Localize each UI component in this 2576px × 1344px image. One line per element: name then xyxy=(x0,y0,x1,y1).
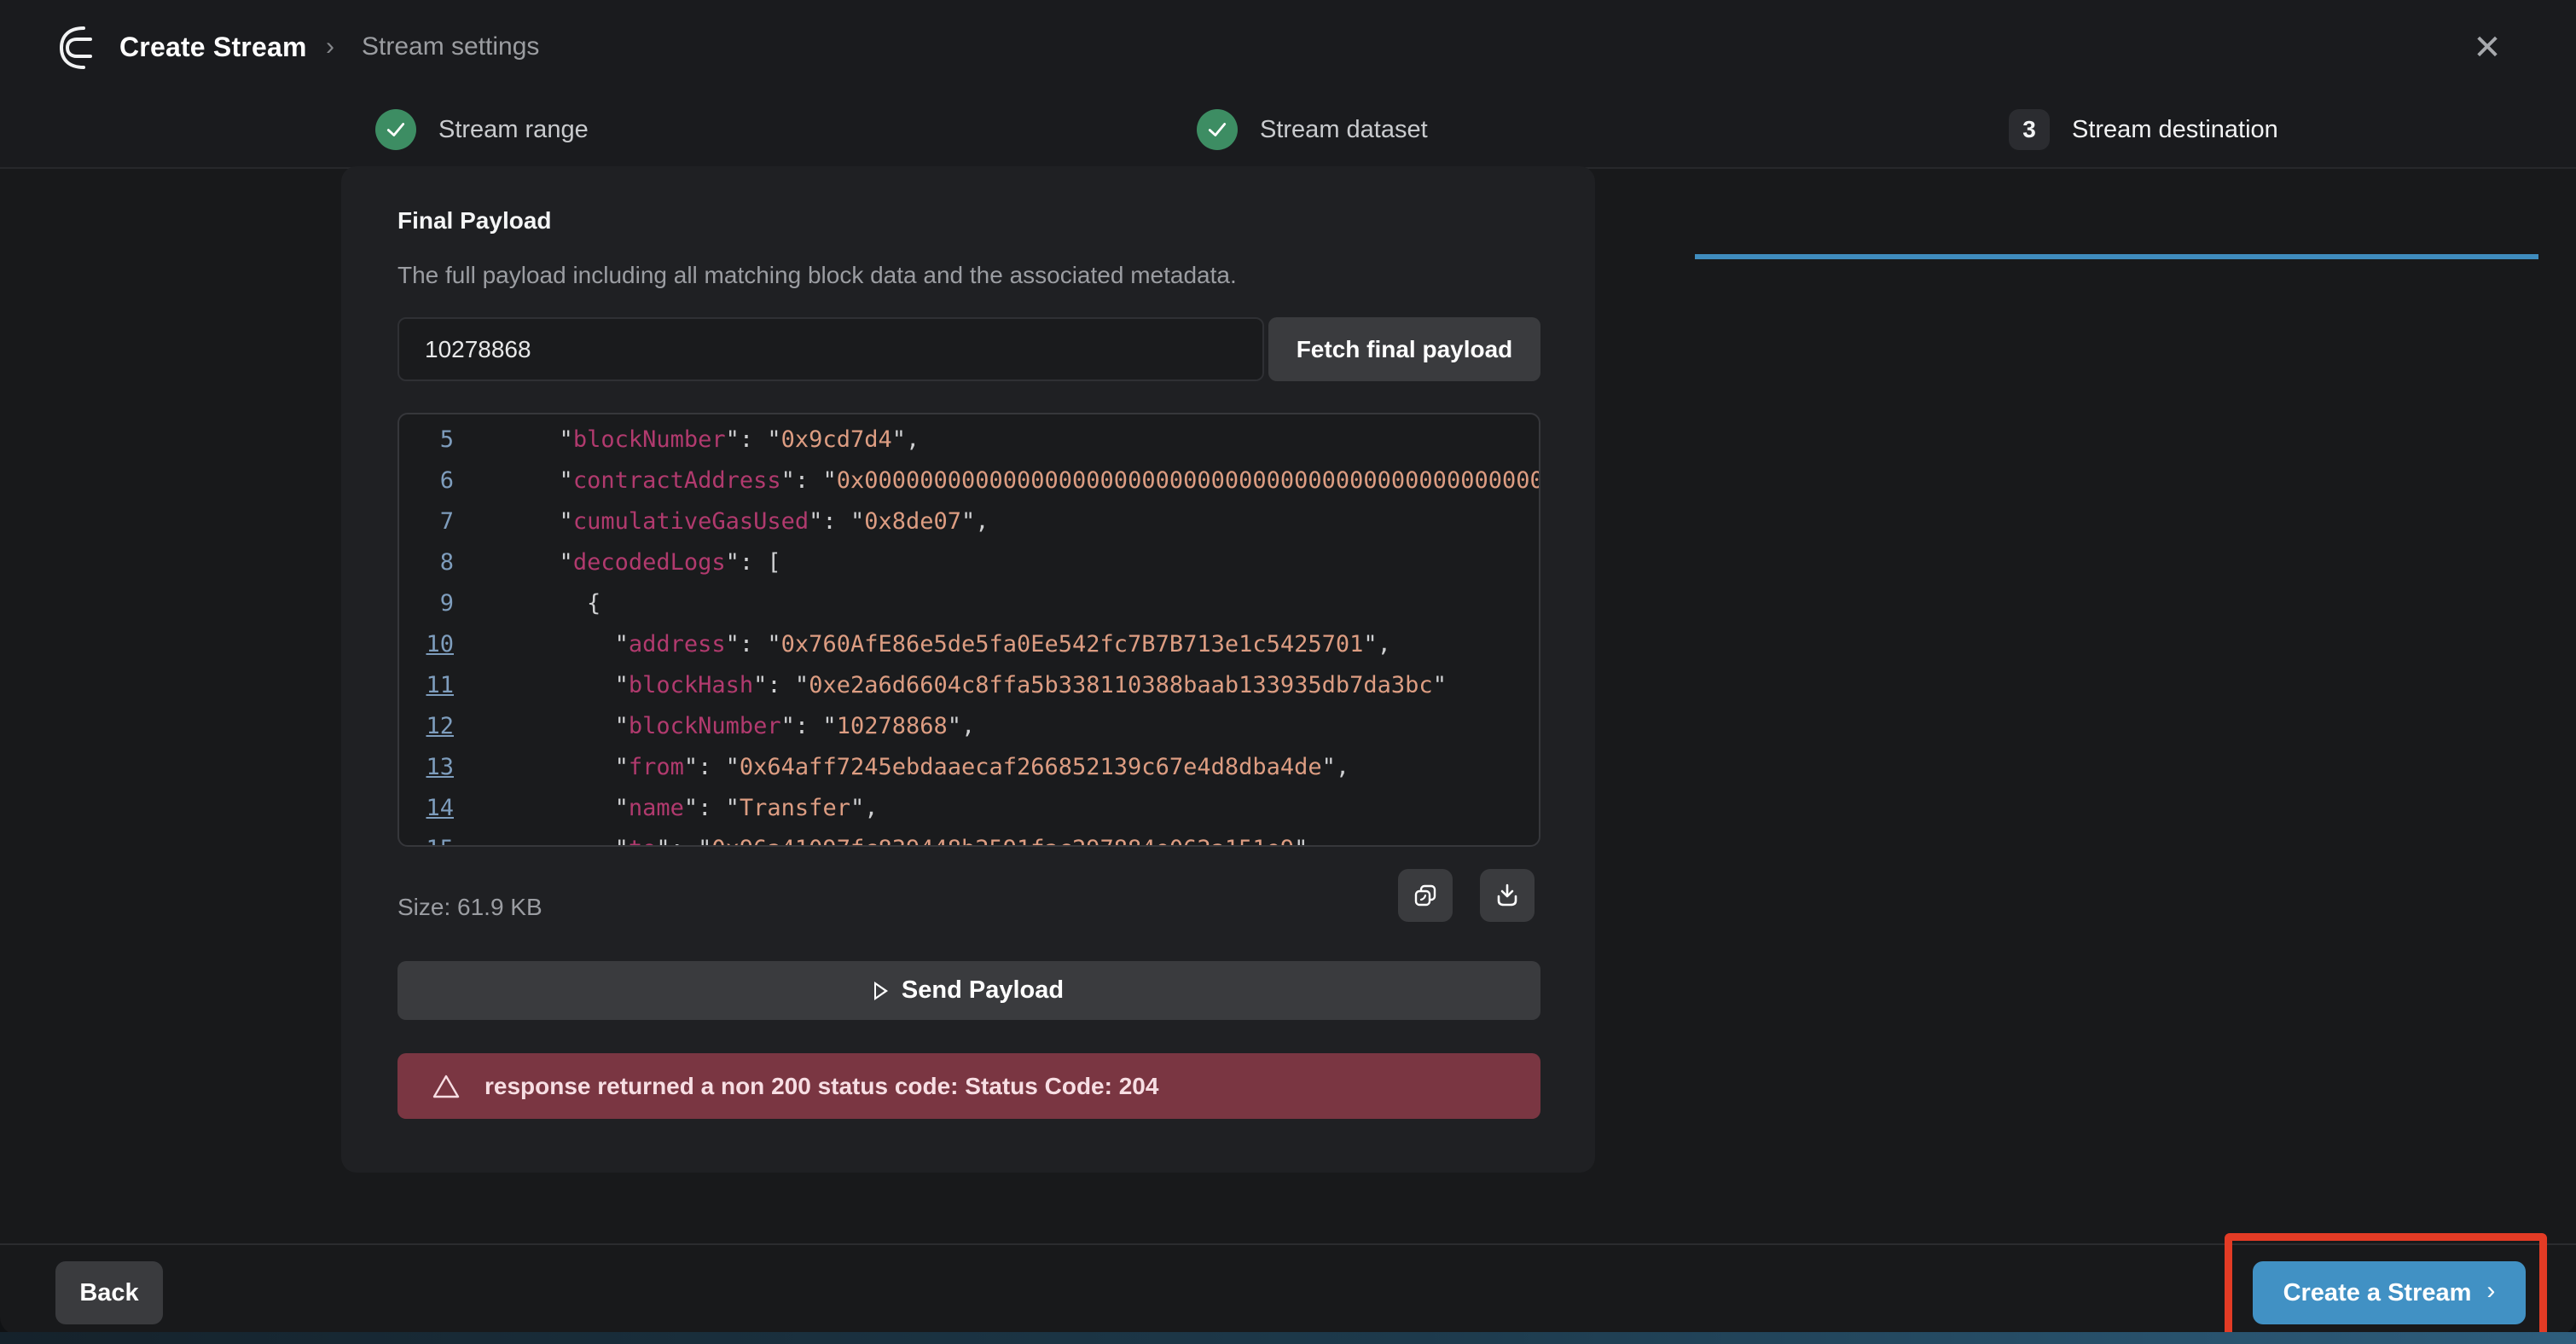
copy-payload-button[interactable] xyxy=(1398,869,1453,922)
step-number-badge: 3 xyxy=(2009,109,2050,150)
create-stream-button[interactable]: Create a Stream › xyxy=(2253,1261,2526,1324)
page-title: Create Stream xyxy=(119,0,307,94)
top-bar: Create Stream › Stream settings ✕ xyxy=(0,0,2576,94)
block-number-input[interactable] xyxy=(397,317,1264,381)
code-line: 5 "blockNumber": "0x9cd7d4", xyxy=(399,420,1540,461)
code-line: 10 "address": "0x760AfE86e5de5fa0Ee542fc… xyxy=(399,624,1540,665)
code-line: 11 "blockHash": "0xe2a6d6604c8ffa5b33811… xyxy=(399,665,1540,706)
error-banner: response returned a non 200 status code:… xyxy=(397,1053,1540,1119)
check-icon xyxy=(1197,109,1238,150)
error-message: response returned a non 200 status code:… xyxy=(484,1073,1158,1100)
code-line: 6 "contractAddress": "0x0000000000000000… xyxy=(399,461,1540,501)
section-title: Final Payload xyxy=(397,207,552,235)
footer-divider xyxy=(0,1243,2576,1245)
stepper-bar: Stream range Stream dataset 3 Stream des… xyxy=(0,94,2576,169)
fetch-final-payload-button[interactable]: Fetch final payload xyxy=(1268,317,1540,381)
screen: Create Stream › Stream settings ✕ Stream… xyxy=(0,0,2576,1344)
step-label: Stream destination xyxy=(2072,116,2278,144)
copy-icon xyxy=(1413,883,1438,908)
create-stream-window: Create Stream › Stream settings ✕ Stream… xyxy=(0,0,2576,1335)
final-payload-card: Final Payload The full payload including… xyxy=(341,166,1595,1173)
back-button[interactable]: Back xyxy=(55,1261,163,1324)
warning-triangle-icon xyxy=(432,1074,461,1099)
code-line: 9 { xyxy=(399,583,1540,624)
code-line: 8 "decodedLogs": [ xyxy=(399,542,1540,583)
step-stream-range[interactable]: Stream range xyxy=(375,94,589,165)
check-icon xyxy=(375,109,416,150)
desktop-bottom-strip xyxy=(0,1332,2576,1344)
step-label: Stream dataset xyxy=(1260,116,1428,144)
active-tab-underline xyxy=(1695,254,2538,259)
breadcrumb: Stream settings xyxy=(362,0,539,94)
download-payload-button[interactable] xyxy=(1480,869,1535,922)
step-label: Stream range xyxy=(438,116,589,144)
code-line: 13 "from": "0x64aff7245ebdaaecaf26685213… xyxy=(399,747,1540,788)
code-line: 12 "blockNumber": "10278868", xyxy=(399,706,1540,747)
download-icon xyxy=(1494,883,1520,908)
payload-code-viewer[interactable]: 5 "blockNumber": "0x9cd7d4",6 "contractA… xyxy=(397,413,1540,847)
code-lines: 5 "blockNumber": "0x9cd7d4",6 "contractA… xyxy=(399,420,1540,847)
step-stream-destination[interactable]: 3 Stream destination xyxy=(2009,94,2278,165)
send-payload-button[interactable]: Send Payload xyxy=(397,961,1540,1020)
code-line: 14 "name": "Transfer", xyxy=(399,788,1540,829)
code-line: 7 "cumulativeGasUsed": "0x8de07", xyxy=(399,501,1540,542)
send-payload-label: Send Payload xyxy=(902,976,1064,1005)
close-icon[interactable]: ✕ xyxy=(2469,29,2506,67)
create-stream-label: Create a Stream xyxy=(2283,1279,2472,1307)
breadcrumb-chevron-icon: › xyxy=(326,0,334,94)
section-description: The full payload including all matching … xyxy=(397,262,1237,289)
play-icon xyxy=(874,982,888,1000)
payload-size-label: Size: 61.9 KB xyxy=(397,881,542,934)
code-line: 15 "to": "0x96a41097fc839448b2591fac2978… xyxy=(399,829,1540,847)
step-stream-dataset[interactable]: Stream dataset xyxy=(1197,94,1428,165)
chevron-right-icon: › xyxy=(2486,1277,2495,1306)
quicknode-logo-icon xyxy=(56,24,102,72)
